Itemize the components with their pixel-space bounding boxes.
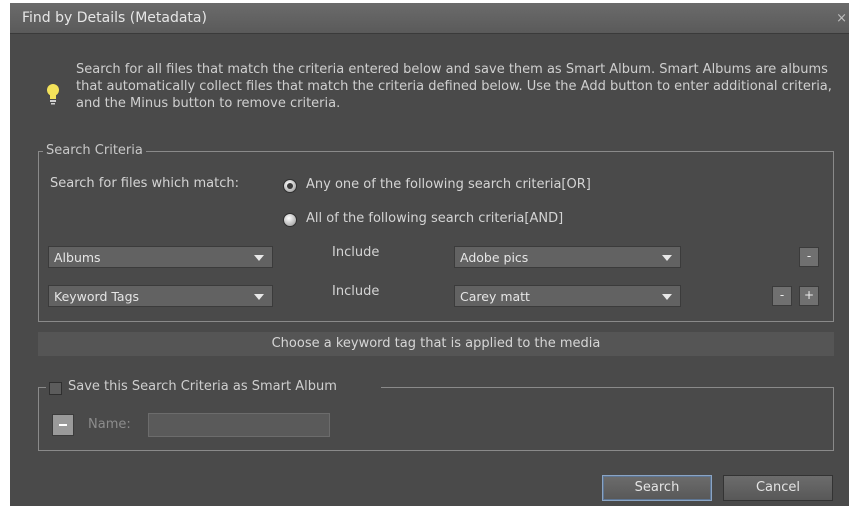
- criteria-field-select[interactable]: Keyword Tags: [48, 285, 273, 307]
- cancel-button[interactable]: Cancel: [723, 475, 833, 501]
- title-bar[interactable]: Find by Details (Metadata) ×: [10, 3, 849, 34]
- search-criteria-legend: Search Criteria: [43, 143, 146, 158]
- criteria-operator: Include: [332, 245, 380, 260]
- info-text: Search for all files that match the crit…: [76, 62, 832, 111]
- criteria-field-select[interactable]: Albums: [48, 246, 273, 268]
- criteria-operator: Include: [332, 284, 380, 299]
- radio-and-label[interactable]: All of the following search criteria[AND…: [306, 211, 563, 226]
- lightbulb-icon: [47, 84, 59, 105]
- add-criteria-button[interactable]: +: [799, 286, 819, 306]
- chevron-down-icon: [662, 294, 672, 300]
- chevron-down-icon: [254, 255, 264, 261]
- smart-album-minus-button[interactable]: [52, 414, 74, 436]
- remove-criteria-button[interactable]: -: [772, 286, 792, 306]
- criteria-value-text: Adobe pics: [460, 250, 529, 265]
- save-smart-album-label[interactable]: Save this Search Criteria as Smart Album: [68, 379, 337, 394]
- hint-bar: Choose a keyword tag that is applied to …: [38, 332, 834, 356]
- radio-and[interactable]: [283, 213, 297, 227]
- smart-album-name-input[interactable]: [148, 413, 330, 437]
- criteria-value-select[interactable]: Adobe pics: [454, 246, 681, 268]
- hint-text: Choose a keyword tag that is applied to …: [271, 336, 601, 351]
- close-icon[interactable]: ×: [836, 11, 847, 26]
- radio-or[interactable]: [283, 179, 297, 193]
- chevron-down-icon: [254, 294, 264, 300]
- search-button[interactable]: Search: [602, 475, 712, 501]
- criteria-field-value: Keyword Tags: [54, 289, 140, 304]
- find-by-details-dialog: Find by Details (Metadata) × Search for …: [10, 3, 849, 506]
- criteria-value-text: Carey matt: [460, 289, 530, 304]
- remove-criteria-button[interactable]: -: [799, 247, 819, 267]
- save-smart-album-checkbox[interactable]: [49, 382, 62, 395]
- criteria-field-value: Albums: [54, 250, 101, 265]
- criteria-value-select[interactable]: Carey matt: [454, 285, 681, 307]
- match-label: Search for files which match:: [50, 176, 240, 191]
- radio-or-label[interactable]: Any one of the following search criteria…: [306, 177, 591, 192]
- chevron-down-icon: [662, 255, 672, 261]
- dialog-title: Find by Details (Metadata): [22, 10, 207, 26]
- name-label: Name:: [88, 417, 131, 432]
